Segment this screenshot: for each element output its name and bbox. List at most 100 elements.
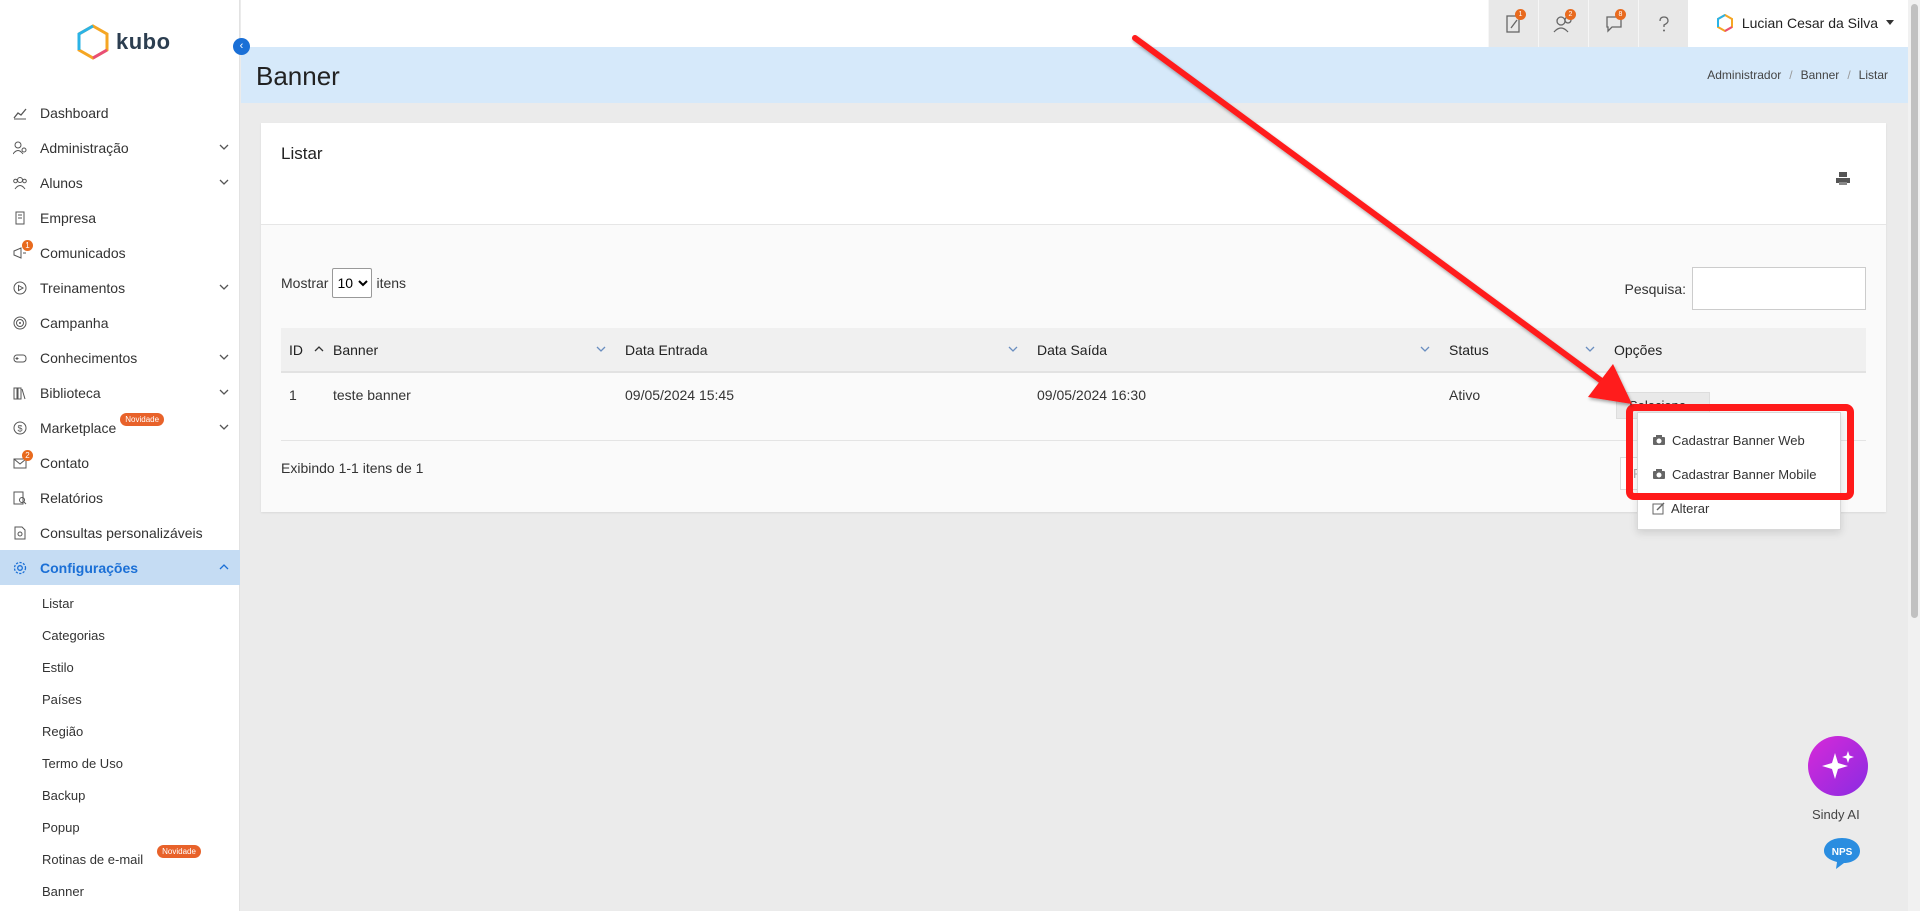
sidebar-item-biblioteca[interactable]: Biblioteca xyxy=(0,375,240,410)
sidebar-item-dashboard[interactable]: Dashboard xyxy=(0,95,240,130)
user-name: Lucian Cesar da Silva xyxy=(1741,15,1878,31)
help-icon xyxy=(1658,15,1669,31)
subnav-item-regiao[interactable]: Região xyxy=(0,715,240,747)
cell-data-entrada: 09/05/2024 15:45 xyxy=(625,387,734,403)
subnav-item-estilo[interactable]: Estilo xyxy=(0,651,240,683)
table-header-row: ID Banner Data Entrada Data Saída Status… xyxy=(281,328,1866,372)
annotation-highlight-box xyxy=(1626,404,1854,500)
edit-icon xyxy=(1652,502,1665,514)
column-label: Opções xyxy=(1614,341,1663,358)
chevron-up-icon xyxy=(219,564,229,570)
help-button[interactable] xyxy=(1638,0,1688,47)
users-button[interactable]: 2 xyxy=(1538,0,1588,47)
scrollbar-thumb[interactable] xyxy=(1911,4,1918,618)
sort-icon xyxy=(1008,346,1018,352)
sidebar-item-conhecimentos[interactable]: Conhecimentos xyxy=(0,340,240,375)
nps-chat-button[interactable]: NPS xyxy=(1822,836,1862,870)
sidebar-item-relatorios[interactable]: Relatórios xyxy=(0,480,240,515)
column-header-data-entrada[interactable]: Data Entrada xyxy=(617,328,1029,372)
sidebar-collapse-button[interactable]: ‹ xyxy=(233,38,250,55)
sidebar-nav: Dashboard Administração Alunos Empresa 1… xyxy=(0,95,240,585)
chevron-down-icon xyxy=(219,179,229,185)
sparkle-icon xyxy=(1822,751,1854,779)
column-header-data-saida[interactable]: Data Saída xyxy=(1029,328,1441,372)
chart-line-icon xyxy=(12,105,28,121)
column-label: Data Entrada xyxy=(625,341,708,358)
sidebar-item-empresa[interactable]: Empresa xyxy=(0,200,240,235)
column-header-banner[interactable]: Banner xyxy=(325,328,617,372)
file-search-icon xyxy=(12,525,28,541)
sidebar-item-label: Campanha xyxy=(40,314,109,331)
breadcrumb-item[interactable]: Banner xyxy=(1801,68,1840,82)
sidebar-item-label: Comunicados xyxy=(40,244,126,261)
breadcrumb-item: Listar xyxy=(1858,68,1888,82)
sidebar-item-label: Alunos xyxy=(40,174,83,191)
sidebar-item-campanha[interactable]: Campanha xyxy=(0,305,240,340)
dollar-circle-icon: $ xyxy=(12,420,28,436)
subnav-item-backup[interactable]: Backup xyxy=(0,779,240,811)
play-circle-icon xyxy=(12,280,28,296)
sidebar-item-administracao[interactable]: Administração xyxy=(0,130,240,165)
user-menu[interactable]: Lucian Cesar da Silva xyxy=(1716,14,1894,32)
count-badge: 1 xyxy=(1515,9,1526,20)
chevron-down-icon xyxy=(219,389,229,395)
sidebar-item-marketplace[interactable]: $ Marketplace Novidade xyxy=(0,410,240,445)
page-length-control: Mostrar 10 itens xyxy=(281,268,406,298)
sidebar-item-label: Contato xyxy=(40,454,90,471)
chevron-down-icon xyxy=(219,284,229,290)
subnav-item-termo-de-uso[interactable]: Termo de Uso xyxy=(0,747,240,779)
svg-text:$: $ xyxy=(18,423,23,433)
notification-count-badge: 1 xyxy=(22,240,33,251)
report-search-icon xyxy=(12,490,28,506)
search-input[interactable] xyxy=(1692,267,1866,310)
notes-button[interactable]: 1 xyxy=(1488,0,1538,47)
caret-down-icon xyxy=(1886,20,1894,25)
search-label: Pesquisa: xyxy=(1624,280,1686,297)
cell-data-saida: 09/05/2024 16:30 xyxy=(1037,387,1146,403)
subnav-item-rotinas-email[interactable]: Rotinas de e-mail Novidade xyxy=(0,843,240,875)
page-title: Banner xyxy=(256,61,340,91)
items-label: itens xyxy=(376,275,407,291)
column-header-id[interactable]: ID xyxy=(281,328,325,372)
column-header-status[interactable]: Status xyxy=(1441,328,1606,372)
sidebar-item-treinamentos[interactable]: Treinamentos xyxy=(0,270,240,305)
sort-icon xyxy=(1420,346,1430,352)
gear-icon xyxy=(12,560,28,576)
column-label: Status xyxy=(1449,341,1489,358)
sidebar-item-label: Consultas personalizáveis xyxy=(40,524,203,541)
novidade-badge: Novidade xyxy=(157,844,201,858)
breadcrumb-item[interactable]: Administrador xyxy=(1707,68,1781,82)
sidebar-item-alunos[interactable]: Alunos xyxy=(0,165,240,200)
menu-item-label: Alterar xyxy=(1671,500,1710,516)
subnav-item-paises[interactable]: Países xyxy=(0,683,240,715)
sidebar-item-label: Dashboard xyxy=(40,104,109,121)
subnav-item-banner[interactable]: Banner xyxy=(0,875,240,907)
page-length-select[interactable]: 10 xyxy=(332,268,373,298)
target-icon xyxy=(12,315,28,331)
building-icon xyxy=(12,210,28,226)
subnav-item-categorias[interactable]: Categorias xyxy=(0,619,240,651)
sidebar-item-configuracoes[interactable]: Configurações xyxy=(0,550,240,585)
cell-id: 1 xyxy=(289,387,297,403)
subnav-item-listar[interactable]: Listar xyxy=(0,587,240,619)
sidebar-item-contato[interactable]: 2 Contato xyxy=(0,445,240,480)
sidebar-item-label: Biblioteca xyxy=(40,384,101,401)
sidebar-item-label: Conhecimentos xyxy=(40,349,138,366)
kubo-logo[interactable]: kubo xyxy=(76,24,171,60)
column-label: Data Saída xyxy=(1037,341,1108,358)
page-scrollbar[interactable] xyxy=(1908,0,1920,911)
brand-name: kubo xyxy=(116,29,171,54)
page-header: Banner Administrador / Banner / Listar xyxy=(241,47,1908,103)
sidebar-item-consultas[interactable]: Consultas personalizáveis xyxy=(0,515,240,550)
users-icon xyxy=(12,175,28,191)
novidade-badge: Novidade xyxy=(120,413,165,426)
sidebar-item-label: Treinamentos xyxy=(40,279,126,296)
sidebar-item-label: Relatórios xyxy=(40,489,104,506)
card-header: Listar xyxy=(261,123,1886,225)
books-icon xyxy=(12,385,28,401)
print-icon[interactable] xyxy=(1835,170,1851,186)
chat-button[interactable]: 8 xyxy=(1588,0,1638,47)
sindy-ai-button[interactable] xyxy=(1808,736,1868,796)
subnav-item-popup[interactable]: Popup xyxy=(0,811,240,843)
sidebar-item-comunicados[interactable]: 1 Comunicados xyxy=(0,235,240,270)
